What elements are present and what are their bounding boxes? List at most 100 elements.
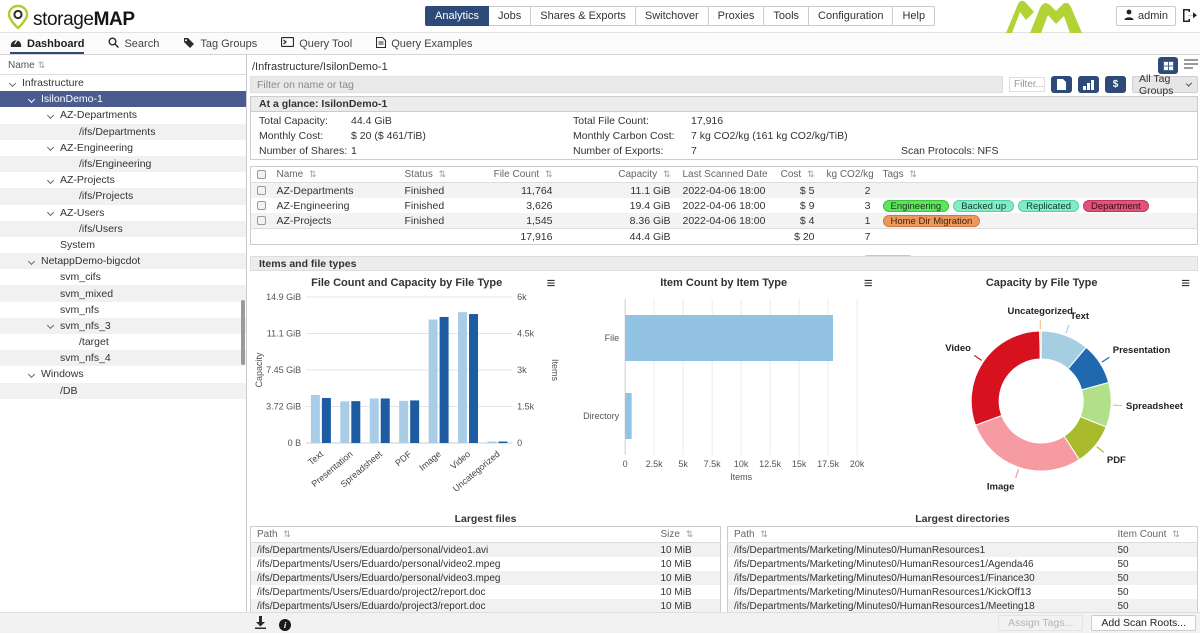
mini-filter-input[interactable] xyxy=(1009,77,1045,92)
tree-item-svm-cifs[interactable]: svm_cifs xyxy=(0,269,246,285)
tag-pill-department[interactable]: Department xyxy=(1083,200,1149,212)
add-scan-roots-button[interactable]: Add Scan Roots... xyxy=(1091,615,1196,631)
info-icon[interactable]: i xyxy=(279,619,291,631)
report-button[interactable] xyxy=(1051,76,1072,93)
column-header-cost[interactable]: Cost ⇅ xyxy=(769,167,821,183)
column-header-status[interactable]: Status ⇅ xyxy=(399,167,481,183)
path-row[interactable]: /ifs/Departments/Users/Eduardo/project3/… xyxy=(251,599,721,612)
name-tag-filter-input[interactable] xyxy=(250,76,1003,93)
toolbar-item-search[interactable]: Search xyxy=(108,33,159,54)
toolbar-item-query-examples[interactable]: Query Examples xyxy=(376,33,472,54)
column-header-file-count[interactable]: File Count ⇅ xyxy=(481,167,559,183)
tree-item-svm-nfs-3[interactable]: svm_nfs_3 xyxy=(0,318,246,334)
chevron-down-icon[interactable] xyxy=(28,371,35,378)
path-row[interactable]: /ifs/Departments/Users/Eduardo/personal/… xyxy=(251,543,721,558)
nav-tab-switchover[interactable]: Switchover xyxy=(636,6,709,26)
row-checkbox[interactable] xyxy=(257,201,266,210)
tree-item-svm-nfs[interactable]: svm_nfs xyxy=(0,302,246,318)
chart-menu-icon[interactable]: ≡ xyxy=(1181,277,1190,291)
tree-item--ifs-departments[interactable]: /ifs/Departments xyxy=(0,124,246,140)
sidebar-name-column-header[interactable]: Name⇅ xyxy=(0,55,246,75)
chart-menu-icon[interactable]: ≡ xyxy=(864,277,873,291)
share-row-az-engineering[interactable]: AZ-EngineeringFinished3,62619.4 GiB2022-… xyxy=(251,198,1198,213)
path-row[interactable]: /ifs/Departments/Users/Eduardo/project2/… xyxy=(251,585,721,599)
user-menu-button[interactable]: admin xyxy=(1116,6,1176,26)
tree-item-az-engineering[interactable]: AZ-Engineering xyxy=(0,140,246,156)
column-header-tags[interactable]: Tags ⇅ xyxy=(877,167,1198,183)
nav-tab-analytics[interactable]: Analytics xyxy=(425,6,489,26)
tree-item-svm-mixed[interactable]: svm_mixed xyxy=(0,285,246,301)
tree-item-system[interactable]: System xyxy=(0,237,246,253)
chevron-down-icon[interactable] xyxy=(47,177,54,184)
file-count-capacity-chart: ≡File Count and Capacity by File Type0 B… xyxy=(250,273,563,511)
chevron-down-icon[interactable] xyxy=(28,96,35,103)
select-all-checkbox[interactable] xyxy=(257,170,266,179)
nav-tab-help[interactable]: Help xyxy=(893,6,935,26)
row-checkbox[interactable] xyxy=(257,186,266,195)
path-row[interactable]: /ifs/Departments/Marketing/Minutes0/Huma… xyxy=(728,543,1198,558)
column-header-capacity[interactable]: Capacity ⇅ xyxy=(559,167,677,183)
row-checkbox[interactable] xyxy=(257,216,266,225)
chevron-down-icon[interactable] xyxy=(47,322,54,329)
list-view-button[interactable] xyxy=(1184,58,1198,73)
tag-groups-selected-value: All Tag Groups xyxy=(1139,73,1187,97)
chevron-down-icon[interactable] xyxy=(28,258,35,265)
tree-item-az-departments[interactable]: AZ-Departments xyxy=(0,107,246,123)
tree-item--target[interactable]: /target xyxy=(0,334,246,350)
path-row[interactable]: /ifs/Departments/Marketing/Minutes0/Huma… xyxy=(728,599,1198,612)
column-header-name[interactable]: Name ⇅ xyxy=(271,167,399,183)
tree-item-az-users[interactable]: AZ-Users xyxy=(0,205,246,221)
logout-icon[interactable] xyxy=(1182,8,1198,28)
toolbar-item-dashboard[interactable]: Dashboard xyxy=(10,33,84,54)
toolbar-item-query-tool[interactable]: Query Tool xyxy=(281,33,352,54)
column-header-item-count[interactable]: Item Count ⇅ xyxy=(1112,527,1198,543)
tag-pill-backed-up[interactable]: Backed up xyxy=(953,200,1014,212)
tree-item-svm-nfs-4[interactable]: svm_nfs_4 xyxy=(0,350,246,366)
nav-tab-jobs[interactable]: Jobs xyxy=(489,6,531,26)
chart-menu-icon[interactable]: ≡ xyxy=(547,277,556,291)
path-row[interactable]: /ifs/Departments/Marketing/Minutes0/Huma… xyxy=(728,571,1198,585)
nav-tab-configuration[interactable]: Configuration xyxy=(809,6,893,26)
column-header-last-scanned-date[interactable]: Last Scanned Date ⇅ xyxy=(677,167,769,183)
tag-groups-dropdown[interactable]: All Tag Groups xyxy=(1132,76,1198,93)
tree-item-az-projects[interactable]: AZ-Projects xyxy=(0,172,246,188)
chevron-down-icon[interactable] xyxy=(9,80,16,87)
path-row[interactable]: /ifs/Departments/Users/Eduardo/personal/… xyxy=(251,571,721,585)
toolbar-item-tag-groups[interactable]: Tag Groups xyxy=(183,33,257,54)
column-header-path[interactable]: Path ⇅ xyxy=(251,527,655,543)
tree-item--db[interactable]: /DB xyxy=(0,383,246,399)
chevron-down-icon[interactable] xyxy=(47,112,54,119)
sidebar-scrollbar[interactable] xyxy=(241,300,245,365)
tree-item-label: NetappDemo-bigcdot xyxy=(41,255,140,267)
tree-item-infrastructure[interactable]: Infrastructure xyxy=(0,75,246,91)
share-row-az-projects[interactable]: AZ-ProjectsFinished1,5458.36 GiB2022-04-… xyxy=(251,213,1198,229)
tree-item-label: System xyxy=(60,239,95,251)
assign-tags-button[interactable]: Assign Tags... xyxy=(998,615,1083,631)
tree-item-windows[interactable]: Windows xyxy=(0,366,246,382)
cost-button[interactable]: $ xyxy=(1105,76,1126,93)
tree-item--ifs-projects[interactable]: /ifs/Projects xyxy=(0,188,246,204)
path-row[interactable]: /ifs/Departments/Marketing/Minutes0/Huma… xyxy=(728,585,1198,599)
tag-pill-engineering[interactable]: Engineering xyxy=(883,200,950,212)
download-icon[interactable] xyxy=(254,616,267,634)
nav-tab-proxies[interactable]: Proxies xyxy=(709,6,765,26)
tree-item--ifs-engineering[interactable]: /ifs/Engineering xyxy=(0,156,246,172)
chart-button[interactable] xyxy=(1078,76,1099,93)
column-header-path[interactable]: Path ⇅ xyxy=(728,527,1112,543)
tree-item-netappdemo-bigcdot[interactable]: NetappDemo-bigcdot xyxy=(0,253,246,269)
column-header-kg-co2-kg[interactable]: kg CO2/kg ⇅ xyxy=(821,167,877,183)
chevron-down-icon[interactable] xyxy=(47,209,54,216)
tree-item--ifs-users[interactable]: /ifs/Users xyxy=(0,221,246,237)
tag-pill-home-dir-migration[interactable]: Home Dir Migration xyxy=(883,215,981,227)
grid-view-button[interactable] xyxy=(1158,57,1178,74)
nav-tab-tools[interactable]: Tools xyxy=(764,6,809,26)
path-row[interactable]: /ifs/Departments/Users/Eduardo/personal/… xyxy=(251,557,721,571)
chevron-down-icon[interactable] xyxy=(47,144,54,151)
tree-item-isilondemo-1[interactable]: IsilonDemo-1 xyxy=(0,91,246,107)
share-row-az-departments[interactable]: AZ-DepartmentsFinished11,76411.1 GiB2022… xyxy=(251,183,1198,199)
path-row[interactable]: /ifs/Departments/Marketing/Minutes0/Huma… xyxy=(728,557,1198,571)
nav-tab-shares-exports[interactable]: Shares & Exports xyxy=(531,6,636,26)
cell-name: AZ-Engineering xyxy=(271,198,399,213)
tag-pill-replicated[interactable]: Replicated xyxy=(1018,200,1079,212)
column-header-size[interactable]: Size ⇅ xyxy=(655,527,721,543)
